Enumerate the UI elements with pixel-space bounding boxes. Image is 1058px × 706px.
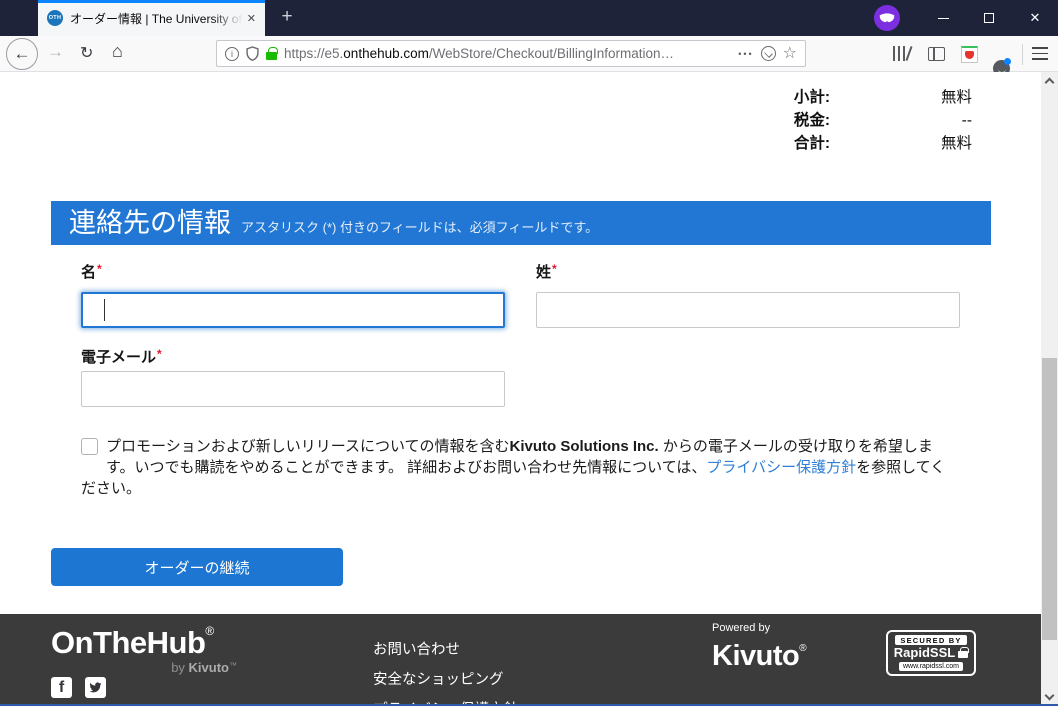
tracking-protection-shield-icon[interactable] <box>246 46 259 61</box>
ssl-lock-icon <box>958 651 968 658</box>
https-lock-icon[interactable] <box>266 52 277 60</box>
sidebar-icon[interactable] <box>928 47 945 61</box>
footer: OnTheHub® by Kivuto™ f お問い合わせ 安全なショッピング … <box>0 614 1041 706</box>
scrollbar-thumb[interactable] <box>1042 358 1057 640</box>
private-browsing-mask-icon <box>874 5 900 31</box>
active-tab-stripe <box>38 0 265 3</box>
new-tab-button[interactable]: + <box>270 0 304 36</box>
onthehub-favicon-icon: OTH <box>47 10 63 26</box>
privacy-policy-link[interactable]: プライバシー保護方針 <box>706 459 856 476</box>
summary-row-total: 合計: 無料 <box>794 132 972 155</box>
email-input[interactable] <box>81 371 505 407</box>
first-name-input[interactable] <box>81 292 505 328</box>
rapidssl-seal[interactable]: SECURED BY RapidSSL www.rapidssl.com <box>886 630 976 676</box>
page-content: 小計: 無料 税金: -- 合計: 無料 連絡先の情報 アスタリスク (*) 付… <box>0 72 1041 706</box>
vertical-scrollbar[interactable] <box>1041 72 1058 706</box>
newsletter-checkbox[interactable] <box>81 438 98 455</box>
close-button[interactable]: ✕ <box>1012 0 1058 36</box>
titlebar: OTH オーダー情報 | The University of T ✕ + ✕ <box>0 0 1058 36</box>
section-header: 連絡先の情報 アスタリスク (*) 付きのフィールドは、必須フィールドです。 <box>51 201 991 245</box>
browser-toolbar: ← → ↻ ⌂ i https://e5.onthehub.com/WebSto… <box>0 36 1058 72</box>
summary-row-tax: 税金: -- <box>794 109 972 132</box>
tab-close-icon[interactable]: ✕ <box>247 12 256 25</box>
maximize-icon <box>984 13 994 23</box>
footer-link-secure-shopping[interactable]: 安全なショッピング <box>373 668 504 689</box>
page-info-icon[interactable]: i <box>225 47 239 61</box>
home-button[interactable]: ⌂ <box>112 41 123 62</box>
page-actions-icon[interactable]: ••• <box>738 49 753 59</box>
minimize-button[interactable] <box>920 0 966 36</box>
maximize-button[interactable] <box>966 0 1012 36</box>
tab-title: オーダー情報 | The University of T <box>70 10 243 27</box>
last-name-input[interactable] <box>536 292 960 328</box>
browser-tab[interactable]: OTH オーダー情報 | The University of T ✕ <box>38 0 265 36</box>
footer-link-contact[interactable]: お問い合わせ <box>373 638 460 659</box>
back-button[interactable]: ← <box>6 38 38 70</box>
facebook-icon[interactable]: f <box>51 677 72 698</box>
url-text[interactable]: https://e5.onthehub.com/WebStore/Checkou… <box>284 46 731 61</box>
order-summary: 小計: 無料 税金: -- 合計: 無料 <box>794 86 972 155</box>
kivuto-logo: Kivuto® <box>712 634 806 671</box>
onthehub-byline: by Kivuto™ <box>51 660 237 675</box>
toolbar-separator <box>1022 44 1023 65</box>
shield-extension-icon[interactable] <box>961 46 978 63</box>
section-title: 連絡先の情報 <box>69 201 231 245</box>
required-asterisk: * <box>552 262 557 276</box>
titlebar-controls: ✕ <box>874 0 1058 36</box>
required-asterisk: * <box>97 262 102 276</box>
pocket-icon[interactable] <box>761 46 776 61</box>
minimize-icon <box>938 18 949 19</box>
twitter-icon[interactable] <box>85 677 106 698</box>
text-caret <box>104 299 105 321</box>
scroll-up-arrow-icon[interactable] <box>1045 78 1055 88</box>
newsletter-text: プロモーションおよび新しいリリースについての情報を含むKivuto Soluti… <box>81 438 945 497</box>
email-label: 電子メール* <box>81 346 162 367</box>
first-name-label: 名* <box>81 261 102 282</box>
reload-button[interactable]: ↻ <box>80 43 93 63</box>
powered-by-kivuto: Powered by Kivuto® <box>712 622 806 671</box>
required-asterisk: * <box>157 347 162 361</box>
continue-order-button[interactable]: オーダーの継続 <box>51 548 343 586</box>
menu-hamburger-icon[interactable] <box>1032 47 1048 60</box>
bookmark-star-icon[interactable]: ☆ <box>783 46 797 62</box>
social-links: f <box>51 677 106 698</box>
scroll-down-arrow-icon[interactable] <box>1045 691 1055 701</box>
forward-button[interactable]: → <box>47 42 64 62</box>
last-name-label: 姓* <box>536 261 557 282</box>
address-bar[interactable]: i https://e5.onthehub.com/WebStore/Check… <box>216 40 806 67</box>
newsletter-optin: プロモーションおよび新しいリリースについての情報を含むKivuto Soluti… <box>81 436 955 499</box>
onthehub-logo: OnTheHub® <box>51 624 214 661</box>
section-subtitle: アスタリスク (*) 付きのフィールドは、必須フィールドです。 <box>241 217 598 236</box>
summary-row-subtotal: 小計: 無料 <box>794 86 972 109</box>
library-icon[interactable] <box>893 46 913 62</box>
